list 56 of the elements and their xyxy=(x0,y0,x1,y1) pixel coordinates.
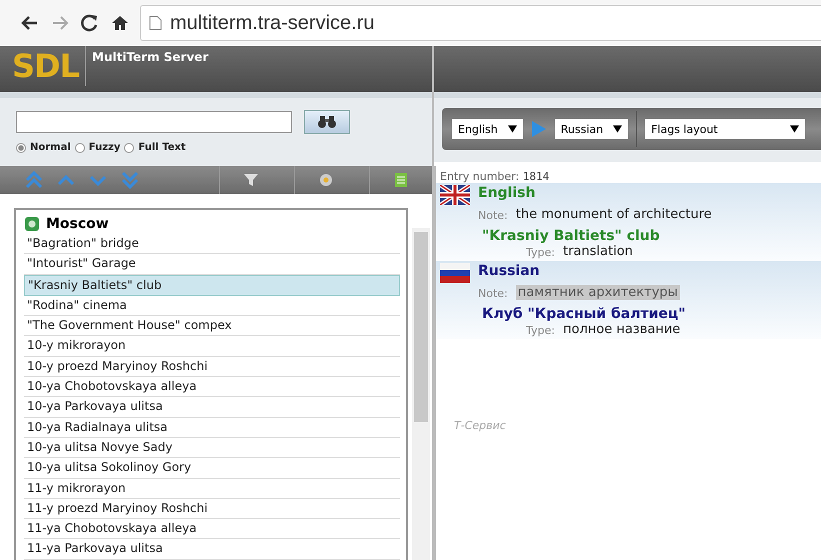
flag-icon xyxy=(440,185,470,205)
term-text: "Krasniy Baltiets" club xyxy=(481,228,661,244)
term-item[interactable]: "Bagration" bridge xyxy=(24,234,400,254)
term-item[interactable]: 10-y proezd Maryinoy Roshchi xyxy=(24,356,400,378)
filter-icon[interactable] xyxy=(243,172,259,188)
term-item[interactable]: 10-y mikrorayon xyxy=(24,336,400,357)
note-label: Note: xyxy=(478,209,508,222)
layout-select[interactable]: Flags layout xyxy=(645,119,806,139)
footer-text: Т-Сервис xyxy=(454,419,507,432)
binoculars-icon xyxy=(317,115,337,129)
term-item[interactable]: 10-ya Radialnaya ulitsa xyxy=(24,418,400,438)
caret-icon xyxy=(613,125,622,133)
term-item[interactable]: 11-y mikrorayon xyxy=(24,478,400,499)
note-label: Note: xyxy=(478,287,508,300)
scrollbar[interactable] xyxy=(412,228,430,560)
search-button[interactable] xyxy=(304,110,350,134)
term-item[interactable]: "Rodina" cinema xyxy=(24,296,400,316)
search-field[interactable] xyxy=(16,111,292,133)
termbase-icon xyxy=(24,216,40,232)
note-text: памятник архитектуры xyxy=(516,285,680,300)
search-mode-radio[interactable]: Normal xyxy=(16,142,71,153)
sheet-icon[interactable] xyxy=(394,172,408,188)
term-item[interactable]: 10-ya ulitsa Novye Sady xyxy=(24,438,400,458)
term-item[interactable]: 10-ya ulitsa Sokolinoy Gory xyxy=(24,458,400,479)
logo: SDL xyxy=(12,46,86,86)
address-bar[interactable]: multiterm.tra-service.ru xyxy=(140,5,821,41)
note-text: the monument of architecture xyxy=(516,207,712,222)
product-name: MultiTerm Server xyxy=(91,49,210,66)
term-item[interactable]: 10-ya Parkovaya ulitsa xyxy=(24,397,400,418)
caret-icon xyxy=(790,125,800,133)
search-mode-radio[interactable]: Full Text xyxy=(124,142,186,153)
type-value: translation xyxy=(562,244,633,259)
termbase-title: Moscow xyxy=(46,216,109,232)
entry-number: 1814 xyxy=(522,170,550,183)
language-name: English xyxy=(478,185,536,201)
page-icon xyxy=(149,15,162,31)
term-item[interactable]: 11-y proezd Maryinoy Roshchi xyxy=(24,498,400,520)
flag-icon xyxy=(440,263,470,283)
home-icon[interactable] xyxy=(110,13,130,33)
search-mode-radio[interactable]: Fuzzy xyxy=(74,142,120,153)
term-item[interactable]: 11-ya Chobotovskaya alleya xyxy=(24,519,400,540)
term-item[interactable]: 10-ya Chobotovskaya alleya xyxy=(24,377,400,398)
term-item[interactable]: "Krasniy Baltiets" club xyxy=(24,274,400,296)
term-text: Клуб "Красный балтиец" xyxy=(481,306,687,322)
target-language-select[interactable]: Russian xyxy=(554,119,628,139)
term-item[interactable]: 11-ya Parkovaya ulitsa xyxy=(24,539,400,560)
term-item[interactable]: "The Government House" compex xyxy=(24,316,400,336)
scroll-thumb[interactable] xyxy=(414,232,428,422)
reload-icon[interactable] xyxy=(80,13,100,33)
type-value: полное название xyxy=(562,322,680,337)
caret-icon xyxy=(508,125,517,133)
language-name: Russian xyxy=(478,263,540,279)
source-language-select[interactable]: English xyxy=(452,119,523,139)
entry-number-label: Entry number: xyxy=(440,170,520,183)
type-label: Type: xyxy=(526,324,555,337)
type-label: Type: xyxy=(526,246,555,259)
